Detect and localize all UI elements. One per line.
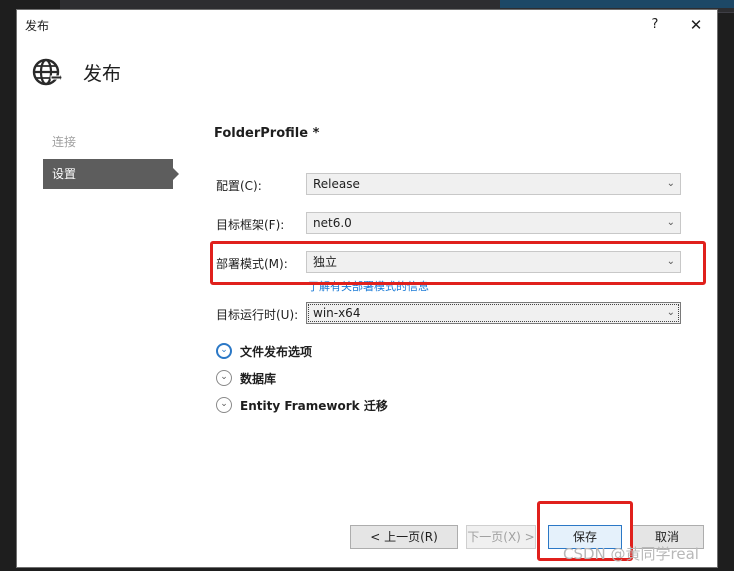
runtime-value: win-x64 — [313, 306, 361, 320]
watermark: CSDN @黄同学real — [563, 545, 699, 563]
chevron-down-icon: ⌄ — [666, 178, 675, 189]
publish-dialog: 发布 ? ✕ 发布 连接 设置 FolderProfile * 配置(C): R… — [16, 9, 718, 568]
close-button[interactable]: ✕ — [684, 15, 708, 35]
config-label: 配置(C): — [216, 179, 262, 193]
section-label: 数据库 — [240, 372, 277, 386]
header-title: 发布 — [83, 63, 122, 85]
framework-value: net6.0 — [313, 216, 352, 230]
prev-button[interactable]: < 上一页(R) — [350, 525, 458, 549]
config-select[interactable]: Release ⌄ — [306, 173, 681, 195]
deploy-mode-highlight — [210, 241, 706, 285]
step-nav: 连接 设置 — [43, 127, 179, 189]
runtime-select[interactable]: win-x64 ⌄ — [306, 302, 681, 324]
chevron-expand-icon: ⌄ — [216, 343, 232, 359]
chevron-expand-icon: ⌄ — [216, 370, 232, 386]
next-button[interactable]: 下一页(X) > — [466, 525, 536, 549]
config-value: Release — [313, 177, 360, 191]
framework-label: 目标框架(F): — [216, 218, 285, 232]
section-label: 文件发布选项 — [240, 345, 313, 359]
background-accent-strip — [500, 0, 734, 8]
nav-item-settings[interactable]: 设置 — [43, 159, 179, 189]
title-bar: 发布 ? ✕ — [17, 10, 717, 40]
window-title: 发布 — [25, 19, 50, 33]
chevron-down-icon: ⌄ — [666, 217, 675, 228]
dialog-header: 发布 — [17, 40, 717, 100]
globe-icon — [32, 58, 63, 86]
framework-select[interactable]: net6.0 ⌄ — [306, 212, 681, 234]
runtime-label: 目标运行时(U): — [216, 308, 299, 322]
chevron-expand-icon: ⌄ — [216, 397, 232, 413]
profile-title: FolderProfile * — [214, 126, 320, 141]
help-button[interactable]: ? — [645, 15, 665, 35]
section-label: Entity Framework 迁移 — [240, 399, 388, 413]
nav-item-connection[interactable]: 连接 — [43, 127, 173, 157]
chevron-down-icon: ⌄ — [666, 307, 675, 318]
